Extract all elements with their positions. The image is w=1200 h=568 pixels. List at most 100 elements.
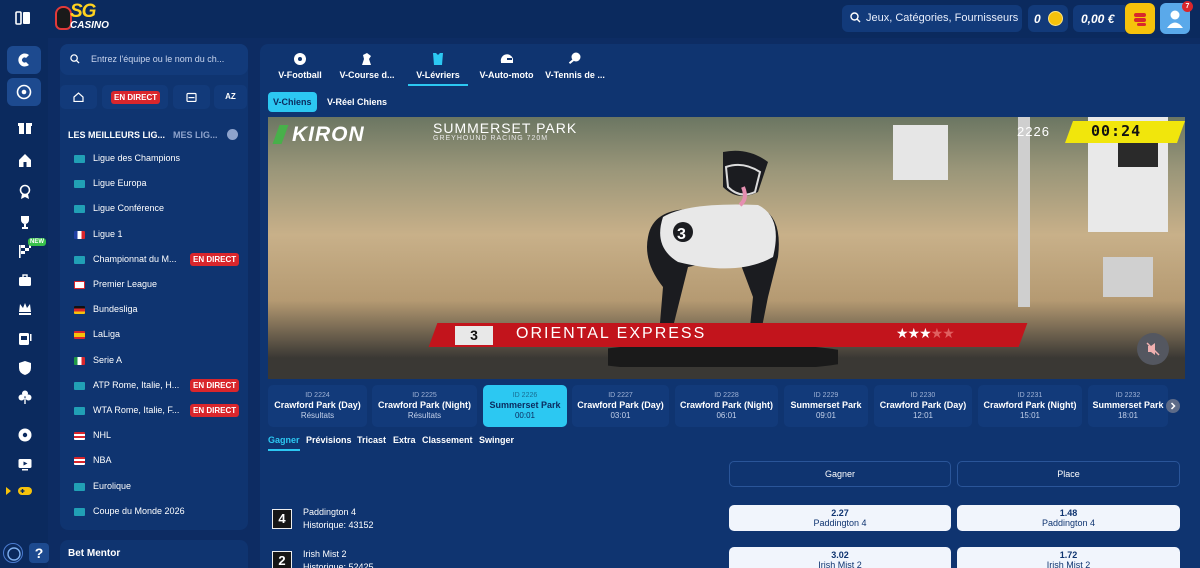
search-icon bbox=[70, 54, 80, 64]
trophy-icon[interactable] bbox=[17, 214, 33, 230]
league-item[interactable]: Premier League bbox=[68, 276, 240, 298]
runner-name: Irish Mist 2 bbox=[303, 549, 347, 559]
football-icon[interactable] bbox=[17, 427, 33, 443]
top-bar: SG CASINO Jeux, Catégories, Fournisseurs… bbox=[0, 0, 1200, 38]
league-item[interactable]: NHL bbox=[68, 427, 240, 449]
league-item[interactable]: Ligue Europa bbox=[68, 175, 240, 197]
slot-machine-icon[interactable] bbox=[17, 330, 33, 346]
tab-v-football[interactable]: V-Football bbox=[277, 52, 323, 86]
rail-item-sports[interactable] bbox=[7, 78, 41, 106]
bet-tab[interactable]: Extra bbox=[393, 435, 416, 451]
tab-v-table-tennis[interactable]: V-Tennis de ... bbox=[544, 52, 606, 86]
help-button[interactable]: ? bbox=[29, 543, 49, 563]
odds-value: 3.02 bbox=[831, 550, 849, 560]
race-video-player[interactable]: 3 KIRON SUMMERSET PARK GREYHOUND RACING … bbox=[268, 117, 1185, 379]
gamepad-icon[interactable] bbox=[17, 483, 33, 499]
league-item[interactable]: Bundesliga bbox=[68, 301, 240, 323]
race-card[interactable]: ID 2228 Crawford Park (Night) 06:01 bbox=[675, 385, 778, 427]
league-name: NHL bbox=[93, 430, 112, 441]
league-item[interactable]: Ligue 1 bbox=[68, 226, 240, 248]
league-item[interactable]: WTA Rome, Italie, F... EN DIRECT bbox=[68, 402, 240, 424]
schedule-next-button[interactable] bbox=[1166, 399, 1180, 413]
briefcase-icon[interactable] bbox=[17, 272, 33, 288]
league-item[interactable]: LaLiga bbox=[68, 326, 240, 348]
tab-label: V-Course d... bbox=[339, 70, 395, 80]
best-leagues-tab[interactable]: LES MEILLEURS LIG... bbox=[68, 130, 165, 140]
horse-icon bbox=[362, 53, 371, 65]
race-card[interactable]: ID 2231 Crawford Park (Night) 15:01 bbox=[978, 385, 1082, 427]
filter-home-button[interactable] bbox=[60, 85, 97, 109]
league-item[interactable]: Championnat du M... EN DIRECT bbox=[68, 251, 240, 273]
mute-button[interactable] bbox=[1137, 333, 1169, 365]
bet-tab[interactable]: Tricast bbox=[357, 435, 386, 451]
crown-icon[interactable] bbox=[17, 300, 33, 316]
win-odds-button[interactable]: 2.27 Paddington 4 bbox=[729, 505, 951, 531]
provider-brand: KIRON bbox=[292, 123, 365, 146]
league-item[interactable]: Coupe du Monde 2026 bbox=[68, 503, 240, 525]
league-name: Championnat du M... bbox=[93, 253, 177, 264]
team-search-input[interactable]: Entrez l'équipe ou le nom du ch... bbox=[60, 44, 248, 75]
tab-v-horse-racing[interactable]: V-Course d... bbox=[337, 52, 397, 86]
money-balance[interactable]: 0,00 € bbox=[1073, 5, 1125, 32]
place-odds-button[interactable]: 1.48 Paddington 4 bbox=[957, 505, 1180, 531]
bet-mentor-section[interactable]: Bet Mentor bbox=[60, 540, 248, 568]
odds-runner-name: Irish Mist 2 bbox=[818, 560, 862, 568]
bet-tab[interactable]: Swinger bbox=[479, 435, 514, 451]
game-search-input[interactable]: Jeux, Catégories, Fournisseurs bbox=[842, 5, 1022, 32]
filter-az-button[interactable]: AZ bbox=[214, 85, 247, 109]
race-card[interactable]: ID 2232 Summerset Park 18:01 bbox=[1088, 385, 1168, 427]
shield-icon[interactable] bbox=[17, 360, 33, 376]
chevron-right-icon bbox=[1170, 402, 1176, 410]
league-item[interactable]: ATP Rome, Italie, H... EN DIRECT bbox=[68, 377, 240, 399]
race-card[interactable]: ID 2229 Summerset Park 09:01 bbox=[784, 385, 868, 427]
new-badge: NEW bbox=[28, 238, 46, 246]
league-item[interactable]: NBA bbox=[68, 452, 240, 474]
race-card[interactable]: ID 2230 Crawford Park (Day) 12:01 bbox=[874, 385, 972, 427]
odds-runner-name: Paddington 4 bbox=[813, 518, 867, 528]
bet-tab[interactable]: Gagner bbox=[268, 435, 300, 451]
win-odds-button[interactable]: 3.02 Irish Mist 2 bbox=[729, 547, 951, 568]
league-name: Ligue Conférence bbox=[93, 203, 165, 214]
home-icon[interactable] bbox=[17, 152, 33, 168]
tab-label: V-Auto-moto bbox=[479, 70, 534, 80]
race-card[interactable]: ID 2225 Crawford Park (Night) Résultats bbox=[372, 385, 477, 427]
race-card[interactable]: ID 2226 Summerset Park 00:01 bbox=[483, 385, 567, 427]
sidebar-toggle-icon[interactable] bbox=[15, 11, 31, 25]
subtab-v-real-dogs[interactable]: V-Réel Chiens bbox=[322, 92, 392, 112]
football-icon bbox=[294, 53, 306, 65]
race-status: Résultats bbox=[300, 411, 335, 420]
league-item[interactable]: Serie A bbox=[68, 352, 240, 374]
medal-icon[interactable] bbox=[17, 184, 33, 200]
race-card[interactable]: ID 2224 Crawford Park (Day) Résultats bbox=[268, 385, 367, 427]
language-button[interactable] bbox=[3, 543, 23, 563]
odds-value: 1.48 bbox=[1059, 508, 1078, 518]
league-name: Ligue 1 bbox=[93, 228, 123, 239]
subtab-v-dogs[interactable]: V-Chiens bbox=[268, 92, 317, 112]
race-track: Crawford Park (Day) bbox=[879, 400, 967, 410]
filter-live-button[interactable]: EN DIRECT bbox=[102, 85, 168, 109]
place-odds-button[interactable]: 1.72 Irish Mist 2 bbox=[957, 547, 1180, 568]
my-leagues-tab[interactable]: MES LIG... bbox=[173, 130, 218, 140]
deposit-button[interactable] bbox=[1125, 3, 1155, 34]
race-track: Summerset Park bbox=[790, 400, 862, 410]
coin-balance[interactable]: 0 bbox=[1028, 5, 1068, 32]
bet-tab[interactable]: Classement bbox=[422, 435, 473, 451]
tv-icon[interactable] bbox=[17, 456, 33, 472]
tab-v-greyhounds[interactable]: V-Lévriers bbox=[408, 52, 468, 86]
league-item[interactable]: Ligue Conférence bbox=[68, 200, 240, 222]
rail-item-casino[interactable] bbox=[7, 46, 41, 74]
tab-v-motorsport[interactable]: V-Auto-moto bbox=[478, 52, 535, 86]
league-item[interactable]: Eurolique bbox=[68, 478, 240, 500]
site-logo[interactable]: SG CASINO bbox=[55, 1, 115, 36]
gear-icon[interactable] bbox=[227, 129, 238, 140]
clover-icon[interactable] bbox=[17, 389, 33, 405]
tab-label: V-Football bbox=[278, 70, 322, 80]
race-card[interactable]: ID 2227 Crawford Park (Day) 03:01 bbox=[572, 385, 669, 427]
league-item[interactable]: Ligue des Champions bbox=[68, 150, 240, 172]
search-icon bbox=[850, 12, 861, 23]
filter-calendar-button[interactable] bbox=[173, 85, 210, 109]
gift-icon[interactable] bbox=[17, 119, 33, 135]
league-flag-icon bbox=[74, 407, 85, 415]
bet-tab[interactable]: Prévisions bbox=[306, 435, 352, 451]
runner-banner-name: ORIENTAL EXPRESS bbox=[516, 325, 707, 342]
